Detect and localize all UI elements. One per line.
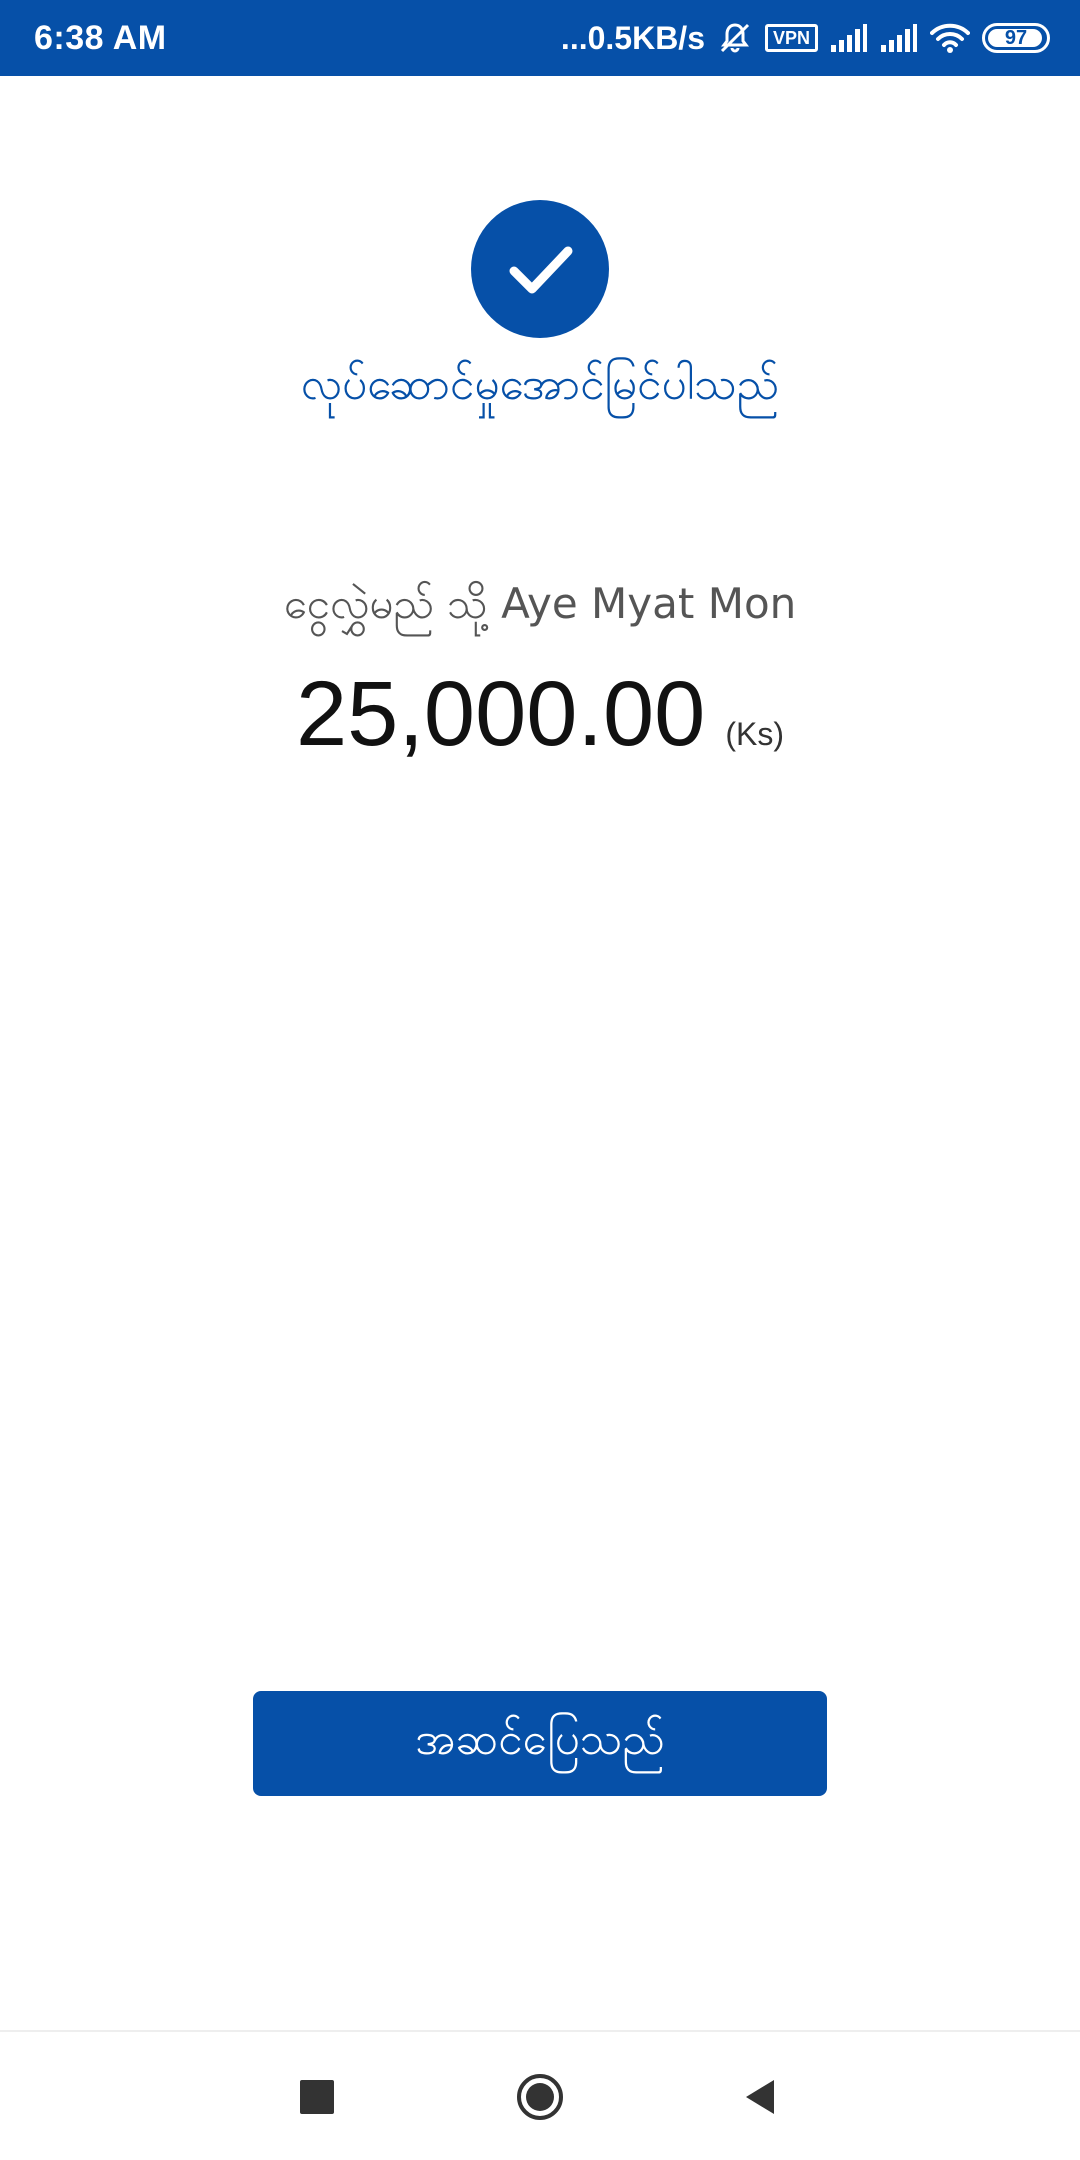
amount-value: 25,000.00 <box>296 663 706 765</box>
done-button[interactable]: အဆင်ပြေသည် <box>253 1691 827 1796</box>
amount-line: 25,000.00 (Ks) <box>0 664 1080 764</box>
recipient-prefix: ငွေလွှဲမည် သို့ <box>283 579 488 628</box>
signal-icon <box>830 23 868 53</box>
mute-icon <box>717 20 753 56</box>
nav-bar <box>0 2030 1080 2160</box>
recipient-name: Aye Myat Mon <box>501 579 797 628</box>
wifi-icon <box>930 22 970 54</box>
battery-icon: 97 <box>982 23 1050 53</box>
recent-apps-icon[interactable] <box>300 2080 334 2114</box>
network-speed: ...0.5KB/s <box>560 19 705 56</box>
battery-level: 97 <box>1004 26 1028 49</box>
signal-icon <box>880 23 918 53</box>
status-icons: ...0.5KB/s VPN 97 <box>561 20 1050 57</box>
home-icon[interactable] <box>515 2072 565 2122</box>
check-icon <box>471 200 609 338</box>
recipient-line: ငွေလွှဲမည် သို့ Aye Myat Mon <box>0 572 1080 636</box>
screen: 6:38 AM ...0.5KB/s VPN 97 လုပ်ဆောင်မှုအေ… <box>0 0 1080 2160</box>
status-time: 6:38 AM <box>34 18 167 57</box>
back-icon[interactable] <box>740 2076 782 2118</box>
status-bar: 6:38 AM ...0.5KB/s VPN 97 <box>0 0 1080 76</box>
done-button-label: အဆင်ပြေသည် <box>415 1714 665 1764</box>
amount-currency: (Ks) <box>725 716 784 752</box>
vpn-icon: VPN <box>764 24 818 52</box>
success-message: လုပ်ဆောင်မှုအောင်မြင်ပါသည် <box>300 359 780 410</box>
